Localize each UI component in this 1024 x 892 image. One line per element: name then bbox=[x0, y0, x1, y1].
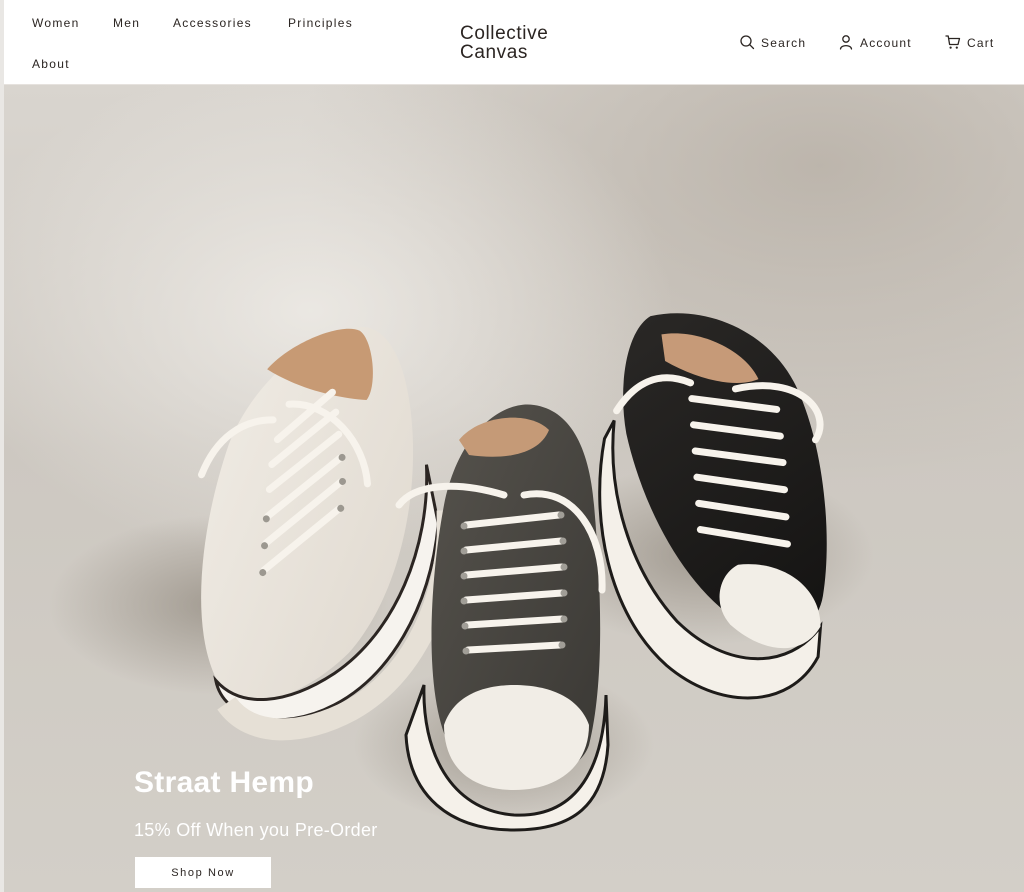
cart-label: Cart bbox=[967, 36, 995, 50]
cart-icon bbox=[945, 34, 961, 53]
nav-principles[interactable]: Principles bbox=[288, 16, 353, 30]
search-icon bbox=[739, 34, 755, 53]
nav-women[interactable]: Women bbox=[32, 16, 80, 30]
nav-men[interactable]: Men bbox=[113, 16, 140, 30]
account-label: Account bbox=[860, 36, 912, 50]
user-icon bbox=[838, 34, 854, 53]
shop-now-button[interactable]: Shop Now bbox=[135, 857, 271, 888]
search-label: Search bbox=[761, 36, 807, 50]
brand-logo-line2: Canvas bbox=[460, 42, 529, 63]
account-button[interactable]: Account bbox=[838, 34, 912, 52]
brand-logo[interactable]: Collective Canvas bbox=[460, 24, 548, 62]
search-button[interactable]: Search bbox=[739, 34, 806, 52]
brand-logo-line1: Collective bbox=[460, 23, 549, 44]
nav-about[interactable]: About bbox=[32, 57, 70, 71]
cart-button[interactable]: Cart bbox=[945, 34, 994, 52]
site-header: Women Men Accessories Principles About C… bbox=[4, 0, 1024, 85]
nav-accessories[interactable]: Accessories bbox=[173, 16, 252, 30]
hero-title: Straat Hemp bbox=[134, 766, 315, 799]
hero-subtitle: 15% Off When you Pre-Order bbox=[134, 820, 378, 840]
hero-banner: Straat Hemp 15% Off When you Pre-Order S… bbox=[4, 85, 1024, 892]
